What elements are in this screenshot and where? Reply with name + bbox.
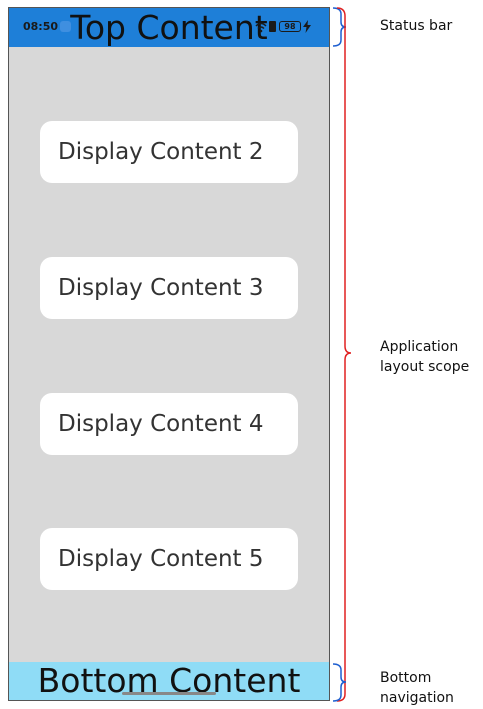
app-layout-bracket	[336, 7, 352, 702]
bottom-nav-bracket	[332, 663, 347, 702]
status-bar-annotation: Status bar	[380, 18, 453, 34]
annotation-layer: Status bar Application layout scope Bott…	[0, 0, 483, 709]
bottom-nav-annotation: Bottom navigation	[380, 670, 454, 706]
app-layout-annotation: Application layout scope	[380, 339, 470, 375]
